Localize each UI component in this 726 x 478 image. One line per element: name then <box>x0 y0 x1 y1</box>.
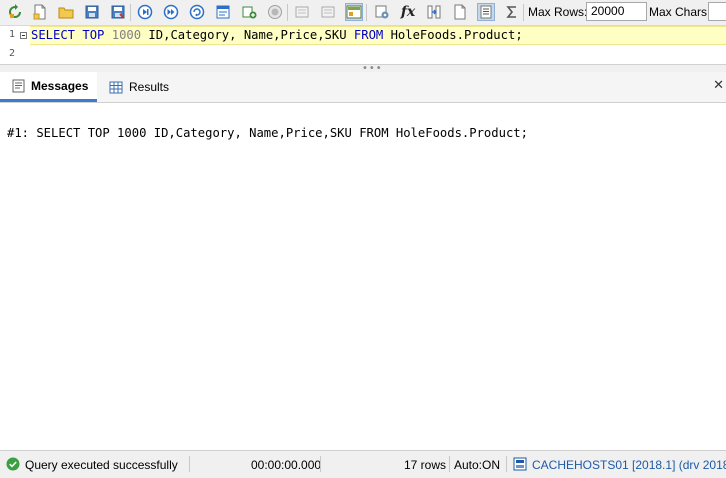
results-view-icon[interactable] <box>345 3 363 21</box>
sql-keyword: TOP <box>82 28 105 42</box>
grid-icon <box>109 81 123 94</box>
connection-info[interactable]: CACHEHOSTS01 [2018.1] (drv 2018.1) <box>532 458 726 472</box>
auto-commit-status[interactable]: Auto:ON <box>454 458 500 472</box>
server-icon <box>513 457 527 471</box>
settings-icon[interactable] <box>373 3 391 21</box>
tab-results[interactable]: Results <box>97 72 187 102</box>
columns-icon[interactable] <box>425 3 443 21</box>
max-rows-input[interactable]: 20000 <box>586 2 647 21</box>
line-number: 1 <box>9 29 16 40</box>
prev-results-icon[interactable] <box>293 3 311 21</box>
toolbar-separator <box>287 4 288 21</box>
open-folder-icon[interactable] <box>57 3 75 21</box>
sql-number: 1000 <box>111 28 142 42</box>
sql-editor[interactable]: 1 2 SELECT TOP 1000 ID,Category, Name,Pr… <box>0 26 726 63</box>
toolbar-separator <box>523 4 524 21</box>
status-separator <box>320 456 321 472</box>
toolbar: fx Max Rows: 20000 Max Chars: <box>0 0 726 26</box>
close-icon[interactable]: ✕ <box>713 78 724 93</box>
sql-keyword: FROM <box>353 28 384 42</box>
success-check-icon <box>6 457 20 471</box>
status-separator <box>506 456 507 472</box>
line-number: 2 <box>9 48 16 56</box>
tab-messages[interactable]: Messages <box>0 72 97 102</box>
sql-keyword: SELECT <box>31 28 76 42</box>
messages-pane: #1: SELECT TOP 1000 ID,Category, Name,Pr… <box>0 103 726 449</box>
show-plan-icon[interactable] <box>214 3 232 21</box>
stop-icon[interactable] <box>266 3 284 21</box>
execute-all-icon[interactable] <box>188 3 206 21</box>
tab-label: Results <box>129 80 170 94</box>
toolbar-separator <box>130 4 131 21</box>
toolbar-separator <box>366 4 367 21</box>
line-gutter: 1 2 <box>0 26 30 63</box>
status-bar: Query executed successfully 00:00:00.000… <box>0 450 726 478</box>
max-chars-input[interactable] <box>708 2 726 21</box>
function-icon[interactable]: fx <box>399 3 417 21</box>
result-tabs: Messages Results ✕ <box>0 72 726 103</box>
status-message: Query executed successfully <box>25 458 178 472</box>
add-icon[interactable] <box>240 3 258 21</box>
sql-code-line[interactable]: SELECT TOP 1000 ID,Category, Name,Price,… <box>31 28 523 43</box>
sql-text: HoleFoods.Product; <box>383 28 523 42</box>
max-chars-label: Max Chars: <box>649 5 711 19</box>
messages-icon <box>12 79 25 93</box>
document-icon[interactable] <box>451 3 469 21</box>
save-as-icon[interactable] <box>109 3 127 21</box>
max-rows-label: Max Rows: <box>528 5 588 19</box>
tab-label: Messages <box>31 78 89 93</box>
text-view-icon[interactable] <box>477 3 495 21</box>
message-line: #1: SELECT TOP 1000 ID,Category, Name,Pr… <box>7 126 528 140</box>
pane-splitter[interactable]: ••• <box>0 64 726 74</box>
save-icon[interactable] <box>83 3 101 21</box>
row-count: 17 rows <box>404 458 447 472</box>
new-document-icon[interactable] <box>31 3 49 21</box>
status-separator <box>449 456 450 472</box>
next-results-icon[interactable] <box>319 3 337 21</box>
refresh-icon[interactable] <box>6 3 24 21</box>
sum-icon[interactable] <box>503 3 521 21</box>
fold-toggle-icon[interactable] <box>20 32 27 39</box>
status-separator <box>189 456 190 472</box>
elapsed-time: 00:00:00.000 <box>251 458 322 472</box>
sql-text: ID,Category, Name,Price,SKU <box>141 28 354 42</box>
step-icon[interactable] <box>136 3 154 21</box>
execute-icon[interactable] <box>162 3 180 21</box>
